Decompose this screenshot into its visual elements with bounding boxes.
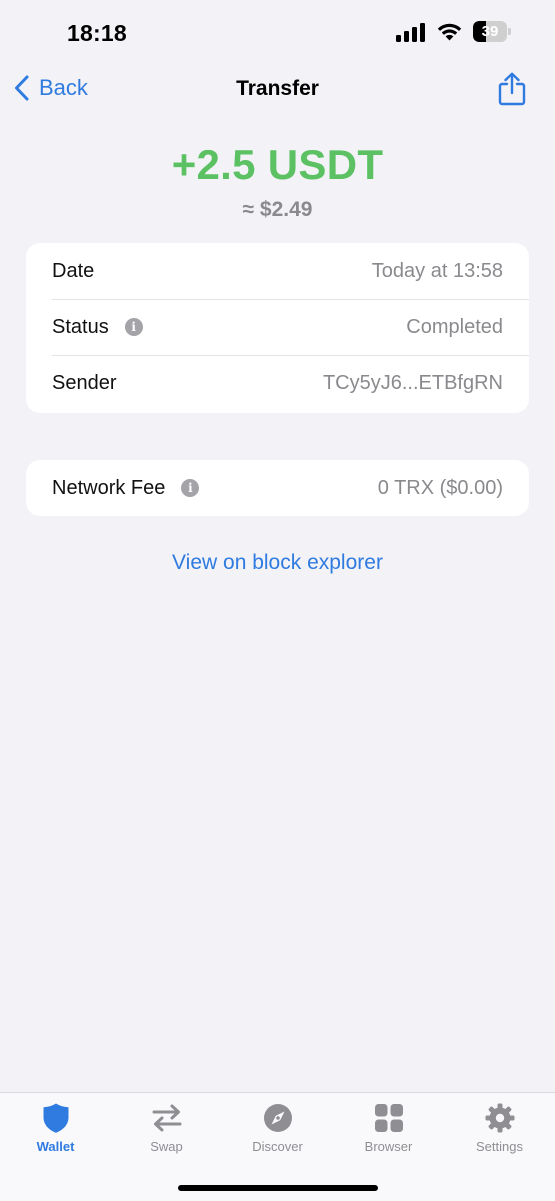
page-title: Transfer — [236, 77, 319, 100]
swap-arrows-icon — [152, 1104, 181, 1132]
details-card: Date Today at 13:58 Status i Completed S… — [26, 243, 529, 413]
network-fee-label: Network Fee — [52, 476, 166, 499]
shield-icon — [43, 1103, 68, 1133]
status-row: Status i Completed — [26, 299, 529, 355]
status-time: 18:18 — [67, 20, 127, 46]
info-icon[interactable]: i — [124, 318, 143, 336]
date-value: Today at 13:58 — [371, 259, 503, 282]
grid-icon — [374, 1104, 403, 1132]
status-label: Status — [52, 315, 109, 338]
network-fee-value: 0 TRX ($0.00) — [377, 476, 503, 499]
info-icon[interactable]: i — [181, 479, 200, 497]
nav-bar: Back Transfer — [0, 60, 555, 120]
status-value: Completed — [406, 315, 503, 338]
tab-wallet[interactable]: Wallet — [0, 1093, 111, 1163]
gear-icon — [485, 1103, 514, 1133]
share-icon — [498, 72, 526, 106]
compass-icon — [263, 1104, 292, 1132]
tab-label: Browser — [364, 1139, 413, 1154]
transfer-amount: +2.5 USDT — [171, 141, 384, 188]
sender-label: Sender — [52, 371, 117, 394]
tab-label: Wallet — [36, 1139, 75, 1154]
tab-bar: Wallet Swap Discover Browser Settings — [0, 1092, 555, 1201]
status-bar: 18:18 39 — [0, 0, 555, 60]
tab-label: Discover — [252, 1139, 303, 1154]
battery-icon: 39 — [473, 21, 511, 42]
network-fee-row: Network Fee i 0 TRX ($0.00) — [26, 460, 529, 516]
cellular-signal-icon — [396, 22, 425, 42]
tab-label: Swap — [150, 1139, 183, 1154]
fiat-amount: ≈ $2.49 — [242, 198, 313, 221]
sender-row[interactable]: Sender TCy5yJ6...ETBfgRN — [26, 355, 529, 411]
network-fee-label-group: Network Fee i — [52, 476, 200, 500]
sender-address[interactable]: TCy5yJ6...ETBfgRN — [323, 372, 503, 395]
view-on-block-explorer-link[interactable]: View on block explorer — [0, 551, 555, 575]
tab-browser[interactable]: Browser — [333, 1093, 444, 1163]
date-row: Date Today at 13:58 — [26, 243, 529, 299]
wifi-icon — [437, 23, 462, 40]
date-label: Date — [52, 259, 95, 282]
tab-settings[interactable]: Settings — [444, 1093, 555, 1163]
status-icons: 39 — [396, 21, 511, 42]
status-label-group: Status i — [52, 316, 143, 339]
tab-swap[interactable]: Swap — [111, 1093, 222, 1163]
tab-discover[interactable]: Discover — [222, 1093, 333, 1163]
home-indicator — [178, 1185, 378, 1191]
tab-label: Settings — [476, 1139, 523, 1154]
share-button[interactable] — [497, 72, 527, 106]
battery-level: 39 — [481, 23, 499, 40]
network-fee-card: Network Fee i 0 TRX ($0.00) — [26, 460, 529, 516]
